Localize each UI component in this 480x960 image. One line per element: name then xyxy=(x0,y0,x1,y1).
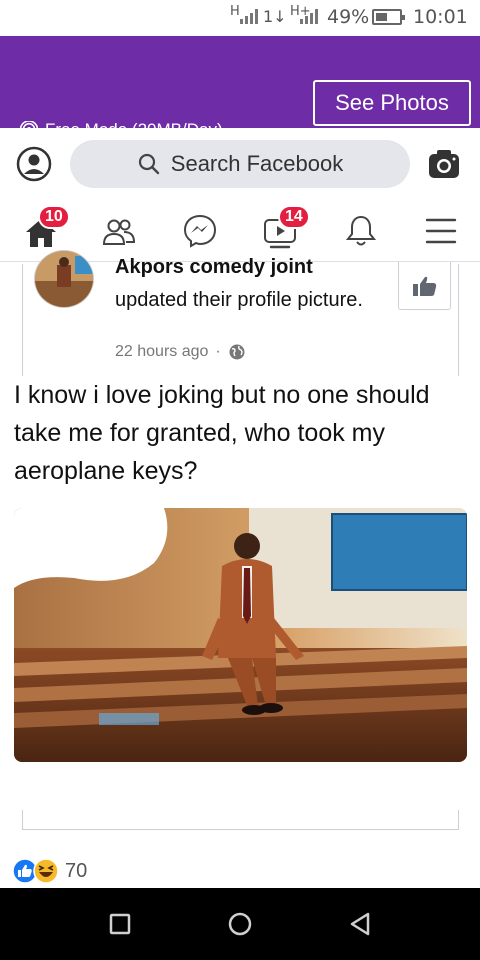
haha-reaction-icon xyxy=(33,858,59,884)
post-meta: 22 hours ago · xyxy=(115,343,246,361)
shared-post-frame-bottom xyxy=(22,810,459,830)
camera-icon[interactable] xyxy=(427,148,461,180)
back-icon[interactable] xyxy=(346,910,374,938)
bell-icon[interactable] xyxy=(344,214,378,248)
post-photo[interactable] xyxy=(14,508,467,762)
data-arrows-label: 1↓ xyxy=(263,7,287,26)
thumbs-up-icon xyxy=(412,276,436,296)
signal-icon-2 xyxy=(300,8,318,24)
messenger-icon[interactable] xyxy=(183,214,217,248)
globe-icon xyxy=(229,344,245,360)
see-photos-button[interactable]: See Photos xyxy=(313,80,471,126)
search-icon xyxy=(138,153,159,175)
page-like-button[interactable] xyxy=(398,262,451,310)
status-bar: H 1↓ H+ 49% 10:01 xyxy=(0,0,480,36)
post-action-text: updated their profile picture. xyxy=(115,289,363,311)
clock: 10:01 xyxy=(413,6,468,28)
network-type-label: H xyxy=(230,4,240,19)
battery-icon xyxy=(372,9,405,25)
friends-icon[interactable] xyxy=(102,216,136,250)
watch-badge: 14 xyxy=(278,205,310,229)
meta-separator: · xyxy=(215,343,221,360)
home-button-icon[interactable] xyxy=(226,910,254,938)
reactions-summary[interactable]: 70 xyxy=(12,856,87,886)
post-timestamp[interactable]: 22 hours ago xyxy=(115,343,208,361)
search-placeholder: Search Facebook xyxy=(170,151,344,176)
reaction-count: 70 xyxy=(65,859,88,882)
post-text: I know i love joking but no one should t… xyxy=(14,381,430,485)
page-name[interactable]: Akpors comedy joint xyxy=(115,256,313,279)
home-badge: 10 xyxy=(38,205,70,229)
profile-icon[interactable] xyxy=(16,146,52,182)
signal-icon xyxy=(240,8,258,24)
menu-icon[interactable] xyxy=(424,214,458,248)
recents-icon[interactable] xyxy=(106,910,134,938)
free-mode-banner: See Photos Free Mode (20MB/Day) xyxy=(0,36,480,139)
search-input[interactable]: Search Facebook xyxy=(70,140,410,188)
page-avatar[interactable] xyxy=(34,250,94,308)
battery-percent: 49% xyxy=(327,6,370,28)
